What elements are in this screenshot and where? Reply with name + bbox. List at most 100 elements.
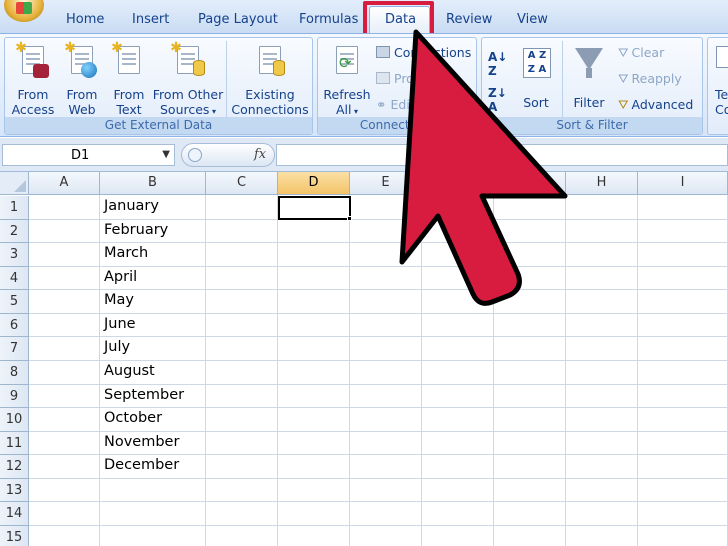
row-header-12[interactable]: 12 (0, 455, 29, 479)
from-web-label-2: Web (68, 102, 96, 117)
column-header-f[interactable]: F (422, 172, 494, 195)
office-button[interactable] (4, 0, 44, 22)
edit-links-button[interactable]: ⚭ Edit Links (376, 97, 451, 112)
clear-filter-button[interactable]: ⛛ Clear (618, 45, 664, 61)
row-header-14[interactable]: 14 (0, 502, 29, 526)
row-header-13[interactable]: 13 (0, 478, 29, 503)
database-icon (273, 60, 285, 76)
select-all-button[interactable] (0, 172, 29, 195)
column-header-h[interactable]: H (566, 172, 638, 195)
row-header-4[interactable]: 4 (0, 266, 29, 291)
column-header-d[interactable]: D (278, 172, 350, 195)
expand-circle-icon[interactable] (188, 148, 202, 162)
from-access-button[interactable]: ✱ From Access (9, 40, 57, 118)
refresh-all-button[interactable]: ⟳ Refresh All ▾ (321, 40, 373, 118)
cell-b3[interactable]: March (104, 245, 148, 261)
refresh-icon: ⟳ (339, 54, 352, 72)
insert-function-button[interactable]: fx (254, 147, 266, 162)
tab-insert[interactable]: Insert (132, 12, 169, 27)
star-icon: ✱ (170, 40, 182, 56)
chevron-down-icon[interactable]: ▼ (162, 149, 170, 160)
sort-descending-button[interactable]: Z↓ A (488, 86, 507, 114)
properties-button[interactable]: Properties (376, 71, 457, 86)
row-header-6[interactable]: 6 (0, 313, 29, 338)
existing-connections-label-1: Existing (245, 87, 295, 102)
row-header-1[interactable]: 1 (0, 196, 29, 220)
sort-a-to-z-icon: A↓ Z (488, 50, 508, 78)
sort-label: Sort (523, 95, 549, 110)
dropdown-arrow-icon: ▾ (209, 107, 216, 116)
from-other-sources-button[interactable]: ✱ From Other Sources ▾ (151, 40, 225, 118)
row-header-5[interactable]: 5 (0, 290, 29, 314)
sort-ascending-button[interactable]: A↓ Z (488, 50, 507, 78)
reapply-button[interactable]: ⛛ Reapply (618, 71, 682, 87)
row-gridline (29, 336, 728, 338)
active-cell-d1[interactable] (278, 196, 351, 220)
row-gridline (29, 524, 728, 526)
column-header-i[interactable]: I (638, 172, 728, 195)
row-header-8[interactable]: 8 (0, 360, 29, 385)
connections-button[interactable]: Connections (376, 45, 471, 60)
funnel-icon (575, 48, 603, 70)
fill-handle[interactable] (347, 216, 352, 221)
text-to-columns-label-2[interactable]: Co (715, 102, 728, 117)
sort-dialog-icon: A ZZ A (523, 48, 551, 78)
group-label-sort-filter: Sort & Filter (482, 117, 702, 134)
tab-home[interactable]: Home (66, 12, 104, 27)
access-key-icon (33, 64, 49, 78)
column-header-b[interactable]: B (100, 172, 206, 195)
column-gridline (493, 195, 494, 546)
column-header-e[interactable]: E (350, 172, 422, 195)
column-header-c[interactable]: C (206, 172, 278, 195)
column-header-a[interactable]: A (29, 172, 100, 195)
cell-b9[interactable]: September (104, 387, 184, 403)
cell-b7[interactable]: July (104, 339, 130, 355)
from-web-button[interactable]: ✱ From Web (59, 40, 105, 118)
formula-bar: D1 ▼ fx (0, 138, 728, 172)
column-header-g[interactable]: G (494, 172, 566, 195)
row-header-10[interactable]: 10 (0, 408, 29, 432)
function-area: fx (181, 143, 275, 167)
column-gridline (99, 195, 100, 546)
existing-connections-button[interactable]: Existing Connections (229, 40, 311, 118)
tab-page-layout[interactable]: Page Layout (198, 12, 278, 27)
formula-input[interactable] (276, 144, 728, 166)
cell-b8[interactable]: August (104, 363, 155, 379)
row-gridline (29, 312, 728, 314)
column-gridline (637, 195, 638, 546)
cell-b4[interactable]: April (104, 269, 137, 285)
cell-b2[interactable]: February (104, 222, 168, 238)
row-header-11[interactable]: 11 (0, 431, 29, 456)
name-box[interactable]: D1 ▼ (2, 144, 175, 166)
row-header-2[interactable]: 2 (0, 219, 29, 244)
column-gridline (277, 195, 278, 546)
row-gridline (29, 430, 728, 432)
cell-b6[interactable]: June (104, 316, 136, 332)
cell-b12[interactable]: December (104, 457, 179, 473)
ribbon: ✱ From Access ✱ From Web ✱ From Text ✱ F… (0, 33, 728, 137)
sort-button[interactable]: A ZZ A Sort (514, 40, 558, 118)
from-text-label-1: From (113, 87, 145, 102)
row-header-3[interactable]: 3 (0, 243, 29, 267)
row-header-15[interactable]: 15 (0, 525, 29, 546)
tab-formulas[interactable]: Formulas (299, 12, 358, 27)
group-connections: ⟳ Refresh All ▾ Connections Properties ⚭… (317, 37, 477, 135)
connections-icon (376, 46, 390, 58)
tab-review[interactable]: Review (446, 12, 492, 27)
text-to-columns-label-1[interactable]: Te (715, 87, 728, 102)
row-gridline (29, 383, 728, 385)
cell-b10[interactable]: October (104, 410, 162, 426)
cell-b1[interactable]: January (104, 198, 159, 214)
existing-connections-label-2: Connections (231, 102, 309, 117)
from-text-button[interactable]: ✱ From Text (107, 40, 151, 118)
row-header-9[interactable]: 9 (0, 384, 29, 409)
office-logo-icon (16, 2, 32, 14)
cell-b11[interactable]: November (104, 434, 179, 450)
tab-view[interactable]: View (517, 12, 548, 27)
advanced-filter-button[interactable]: ⛛ Advanced (618, 97, 693, 113)
row-header-7[interactable]: 7 (0, 337, 29, 361)
filter-button[interactable]: Filter (566, 40, 612, 118)
funnel-stem (586, 68, 592, 78)
group-label-get-external-data: Get External Data (5, 117, 312, 134)
cell-b5[interactable]: May (104, 292, 134, 308)
